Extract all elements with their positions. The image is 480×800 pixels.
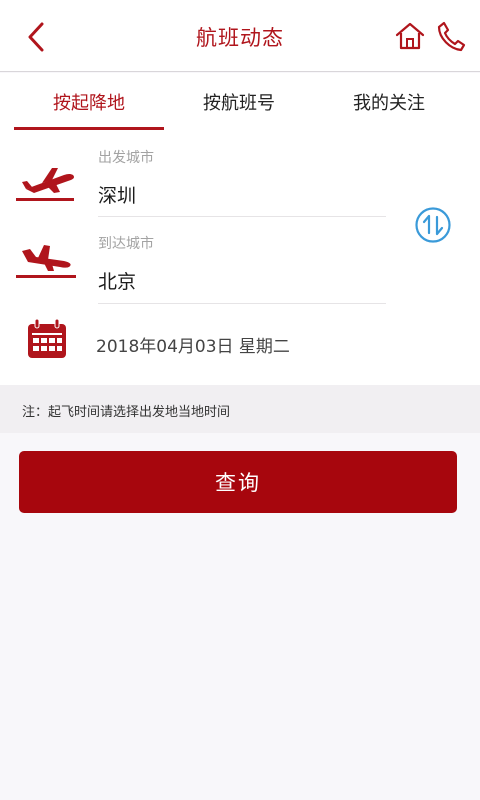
app-header: 航班动态 [0, 0, 480, 72]
query-button[interactable]: 查询 [19, 451, 457, 513]
tab-by-route[interactable]: 按起降地 [14, 73, 164, 131]
departure-label: 出发城市 [98, 150, 154, 166]
phone-icon[interactable] [436, 20, 466, 52]
note-text: 注：起飞时间请选择出发地当地时间 [22, 405, 231, 420]
plane-landing-icon [16, 245, 76, 278]
departure-city-field[interactable]: 深圳 [98, 181, 136, 208]
plane-takeoff-icon [16, 168, 74, 201]
tab-label: 我的关注 [353, 93, 425, 114]
tab-label: 按起降地 [53, 93, 125, 114]
active-tab-indicator [14, 127, 164, 130]
calendar-icon[interactable] [26, 318, 68, 360]
search-form: 出发城市 深圳 到达城市 北京 2018年04月03日 星期二 [0, 131, 480, 385]
tab-bar: 按起降地 按航班号 我的关注 [0, 73, 480, 131]
note-bar: 注：起飞时间请选择出发地当地时间 [0, 385, 480, 433]
divider [98, 303, 386, 304]
date-field[interactable]: 2018年04月03日 星期二 [96, 332, 290, 357]
tab-by-flight-number[interactable]: 按航班号 [164, 73, 314, 131]
arrival-label: 到达城市 [98, 236, 154, 252]
divider [98, 216, 386, 217]
home-icon[interactable] [394, 20, 426, 52]
tab-label: 按航班号 [203, 93, 275, 114]
swap-icon[interactable] [414, 206, 452, 244]
arrival-city-field[interactable]: 北京 [98, 267, 136, 294]
tab-my-follows[interactable]: 我的关注 [314, 73, 464, 131]
